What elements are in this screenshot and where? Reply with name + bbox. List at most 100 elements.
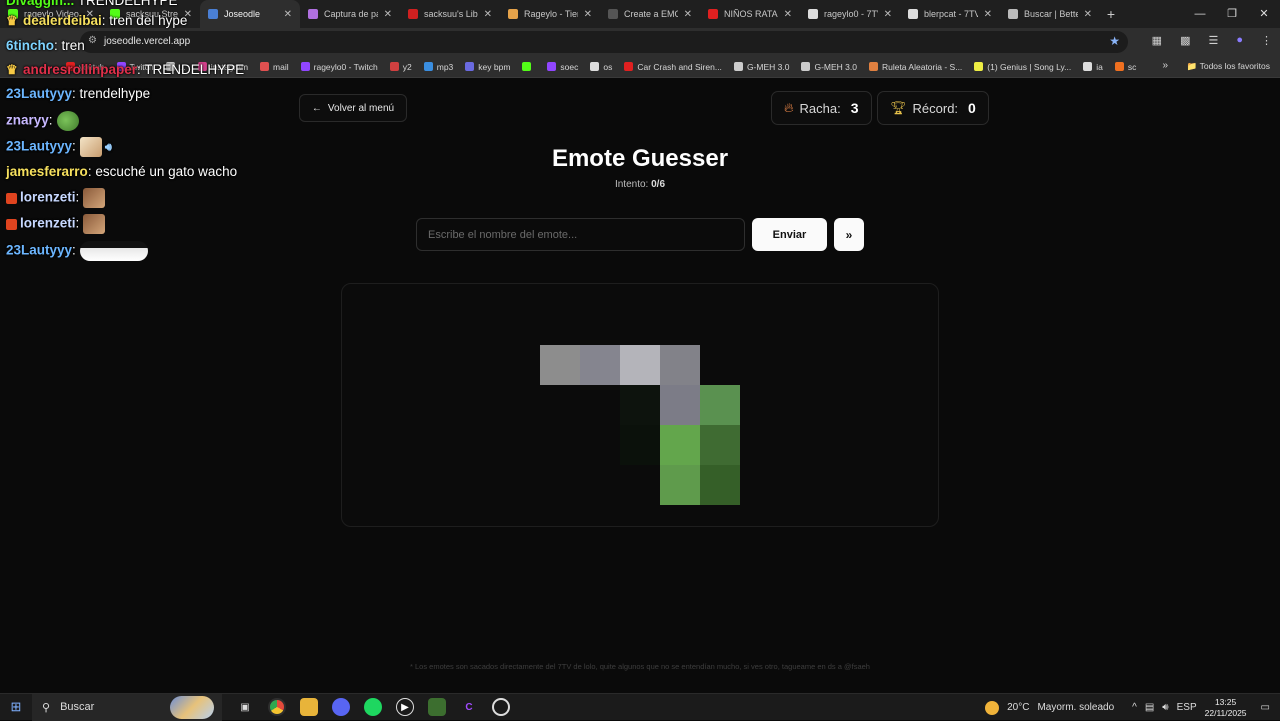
browser-tab[interactable]: NIÑOS RATA | ✕ <box>700 0 800 28</box>
minimize-icon[interactable]: — <box>1184 0 1216 28</box>
tab-title: Buscar | Better <box>1024 9 1078 19</box>
bookmark-item[interactable]: soec <box>547 62 578 72</box>
browser-tab[interactable]: Create a EMOT ✕ <box>600 0 700 28</box>
bookmark-item[interactable]: mp3 <box>423 62 453 72</box>
browser-tab[interactable]: Buscar | Better ✕ <box>1000 0 1100 28</box>
bookmark-star-icon[interactable]: ★ <box>1109 34 1120 48</box>
nvidia-icon[interactable] <box>428 698 446 716</box>
tab-close-icon[interactable]: ✕ <box>984 9 992 20</box>
bookmark-item[interactable]: key bpm <box>465 62 510 72</box>
url-box[interactable]: ⚙ joseodle.vercel.app ★ <box>80 31 1128 53</box>
new-tab-button[interactable]: + <box>1100 6 1122 22</box>
skip-button[interactable]: » <box>834 218 864 251</box>
bookmark-icon <box>801 62 811 71</box>
bookmark-label: ia <box>1096 61 1103 72</box>
extensions-icon[interactable]: ▦ <box>1152 34 1162 47</box>
tab-close-icon[interactable]: ✕ <box>684 9 692 20</box>
language-indicator[interactable]: ESP <box>1177 702 1197 713</box>
chat-username[interactable]: 23Lautyyy <box>6 86 72 101</box>
bookmark-item[interactable]: (1) Genius | Song Ly... <box>974 62 1071 72</box>
time: 13:25 <box>1214 696 1237 707</box>
cat-emote-icon <box>79 137 102 157</box>
chat-username[interactable]: jamesferarro <box>6 164 88 179</box>
bookmark-item[interactable]: rageylo0 - Twitch <box>300 62 378 72</box>
chat-username[interactable]: lorenzeti <box>20 190 76 205</box>
taskbar-search[interactable]: ⚲ Buscar <box>32 693 222 721</box>
chevron-up-icon[interactable]: ^ <box>1132 702 1137 713</box>
notifications-icon[interactable]: ▭ <box>1261 702 1270 713</box>
task-view-icon[interactable]: ▣ <box>236 698 254 716</box>
bookmark-item[interactable]: G-MEH 3.0 <box>733 62 789 72</box>
chat-username[interactable]: 23Lautyyy <box>6 243 72 258</box>
bookmark-item[interactable]: ia <box>1083 62 1103 72</box>
tab-close-icon[interactable]: ✕ <box>284 9 292 20</box>
close-icon[interactable]: ✕ <box>1248 0 1280 28</box>
bookmarks-overflow-icon[interactable]: » <box>1162 60 1168 71</box>
tab-close-icon[interactable]: ✕ <box>884 9 892 20</box>
bookmark-item[interactable]: Car Crash and Siren... <box>624 62 722 72</box>
chat-username[interactable]: znaryy <box>6 113 49 128</box>
send-button[interactable]: Enviar <box>752 218 827 251</box>
maximize-icon[interactable]: ❐ <box>1216 0 1248 28</box>
sound-emote-icon: 🔊︎ <box>101 141 112 154</box>
footer-note: * Los emotes son sacados directamente de… <box>410 662 870 671</box>
browser-tab[interactable]: rageylo0 - 7TV ✕ <box>800 0 900 28</box>
windows-start-icon[interactable]: ⊞ <box>0 699 32 715</box>
url-text[interactable]: joseodle.vercel.app <box>104 36 190 47</box>
taskbar-apps: ▣ ▶ C <box>236 698 510 716</box>
chat-username[interactable]: 6tincho <box>6 38 54 53</box>
media-icon[interactable]: ☰ <box>1208 34 1218 47</box>
discord-icon[interactable] <box>332 698 350 716</box>
chat-username[interactable]: dealerdeibai <box>23 13 102 28</box>
browser-tab[interactable]: Joseodle ✕ <box>200 0 300 28</box>
weather-text[interactable]: Mayorm. soleado <box>1037 702 1114 713</box>
chrome-icon[interactable] <box>268 698 286 716</box>
tab-close-icon[interactable]: ✕ <box>384 9 392 20</box>
emote-pixel <box>620 425 660 465</box>
clock[interactable]: 13:25 22/11/2025 <box>1205 697 1247 719</box>
bookmark-item[interactable]: G-MEH 3.0 <box>801 62 857 72</box>
streak-card: 🔥︎ Racha: 3 <box>771 91 872 125</box>
menu-icon[interactable]: ⋮ <box>1261 34 1272 47</box>
obs-icon[interactable] <box>492 698 510 716</box>
browser-tab[interactable]: sacksuu's Libra ✕ <box>400 0 500 28</box>
file-explorer-icon[interactable] <box>300 698 318 716</box>
chat-username[interactable]: andresrollinpaper <box>23 62 137 77</box>
chat-username[interactable]: lorenzeti <box>20 216 76 231</box>
chat-text: : trendelhype <box>72 86 151 101</box>
flame-icon: 🔥︎ <box>784 100 794 115</box>
spotify-icon[interactable] <box>364 698 382 716</box>
site-info-icon[interactable]: ⚙ <box>88 35 97 46</box>
canva-icon[interactable]: C <box>460 698 478 716</box>
browser-tab[interactable]: blerpcat - 7TV ✕ <box>900 0 1000 28</box>
bookmark-item[interactable] <box>522 62 535 71</box>
emote-guess-input[interactable] <box>416 218 745 251</box>
tab-favicon-icon <box>208 9 218 19</box>
all-bookmarks-folder[interactable]: 📁 Todos los favoritos <box>1187 61 1270 72</box>
cast-icon[interactable]: ▩ <box>1180 34 1190 47</box>
bookmark-item[interactable]: mail <box>260 62 289 72</box>
streak-label: Racha: <box>799 100 841 116</box>
chat-text: : tren del hype <box>101 13 188 28</box>
bookmark-item[interactable]: sc <box>1114 62 1136 72</box>
chat-username[interactable]: Divaggin... <box>6 0 74 8</box>
bookmark-item[interactable]: y2 <box>389 62 412 72</box>
tab-close-icon[interactable]: ✕ <box>584 9 592 20</box>
temperature[interactable]: 20°C <box>1007 702 1029 713</box>
tab-close-icon[interactable]: ✕ <box>784 9 792 20</box>
chat-username[interactable]: 23Lautyyy <box>6 139 72 154</box>
tab-close-icon[interactable]: ✕ <box>484 9 492 20</box>
browser-tab[interactable]: Captura de pa ✕ <box>300 0 400 28</box>
weather-sun-icon[interactable] <box>985 700 1000 715</box>
bookmark-icon <box>300 62 310 71</box>
emote-pixel <box>540 345 580 385</box>
tab-close-icon[interactable]: ✕ <box>1084 9 1092 20</box>
bookmark-item[interactable]: Ruleta Aleatoria - S... <box>868 62 962 72</box>
profile-icon[interactable]: ● <box>1236 34 1243 47</box>
volume-icon[interactable]: 🔊︎ <box>1162 702 1168 713</box>
browser-tab[interactable]: Rageylo - Tien ✕ <box>500 0 600 28</box>
media-player-icon[interactable]: ▶ <box>396 698 414 716</box>
back-to-menu-button[interactable]: ← Volver al menú <box>299 94 407 122</box>
network-icon[interactable]: ▤ <box>1145 702 1154 713</box>
bookmark-item[interactable]: os <box>590 62 612 72</box>
